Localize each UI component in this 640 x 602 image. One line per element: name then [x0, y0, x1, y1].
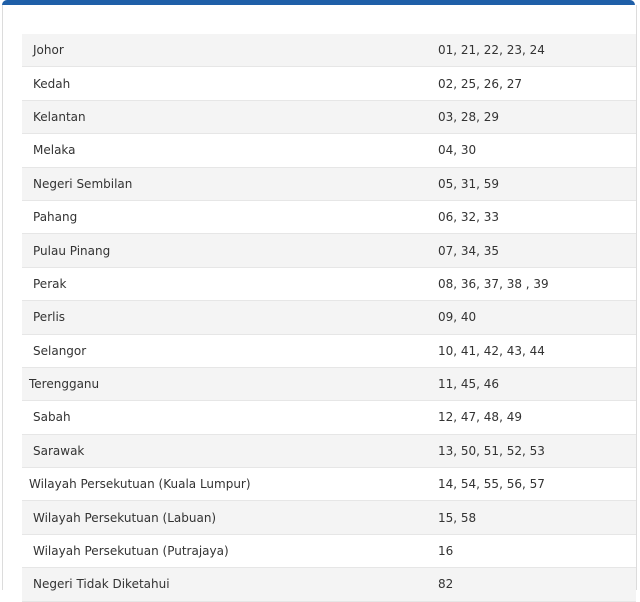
state-name-cell: Melaka: [22, 133, 433, 168]
table-row: Perlis 09, 40: [22, 300, 636, 335]
state-codes-cell: 07, 34, 35: [433, 233, 636, 268]
state-codes-cell: 04, 30: [433, 133, 636, 168]
table-row: Terengganu 11, 45, 46: [22, 367, 636, 402]
table-row: Kelantan 03, 28, 29: [22, 100, 636, 135]
state-name-cell: Perlis: [22, 300, 433, 335]
state-codes-cell: 12, 47, 48, 49: [433, 400, 636, 435]
page: Johor 01, 21, 22, 23, 24 Kedah 02, 25, 2…: [0, 0, 640, 602]
state-codes-cell: 02, 25, 26, 27: [433, 66, 636, 101]
state-name-cell: Pulau Pinang: [22, 233, 433, 268]
state-codes-cell: 16: [433, 534, 636, 569]
state-codes-cell: 05, 31, 59: [433, 167, 636, 201]
content-panel: Johor 01, 21, 22, 23, 24 Kedah 02, 25, 2…: [2, 5, 637, 602]
state-code-table: Johor 01, 21, 22, 23, 24 Kedah 02, 25, 2…: [22, 34, 636, 602]
state-codes-cell: 03, 28, 29: [433, 100, 636, 135]
state-codes-cell: 06, 32, 33: [433, 200, 636, 235]
state-name-cell: Negeri Sembilan: [22, 167, 433, 201]
state-codes-cell: 01, 21, 22, 23, 24: [433, 34, 636, 68]
state-name-cell: Wilayah Persekutuan (Labuan): [22, 500, 433, 535]
table-row: Wilayah Persekutuan (Putrajaya) 16: [22, 534, 636, 569]
state-name-cell: Johor: [22, 34, 433, 68]
state-name-cell: Kedah: [22, 66, 433, 101]
table-row: Sabah 12, 47, 48, 49: [22, 400, 636, 435]
table-row: Kedah 02, 25, 26, 27: [22, 66, 636, 101]
state-code-table-body: Johor 01, 21, 22, 23, 24 Kedah 02, 25, 2…: [22, 34, 636, 602]
table-row: Johor 01, 21, 22, 23, 24: [22, 34, 636, 68]
table-row: Pahang 06, 32, 33: [22, 200, 636, 235]
state-codes-cell: 10, 41, 42, 43, 44: [433, 334, 636, 368]
table-row: Wilayah Persekutuan (Labuan) 15, 58: [22, 500, 636, 535]
state-codes-cell: 09, 40: [433, 300, 636, 335]
state-name-cell: Terengganu: [22, 367, 433, 402]
state-name-cell: Kelantan: [22, 100, 433, 135]
state-name-cell: Sarawak: [22, 434, 433, 469]
state-name-cell: Sabah: [22, 400, 433, 435]
table-row: Selangor 10, 41, 42, 43, 44: [22, 334, 636, 368]
table-row: Pulau Pinang 07, 34, 35: [22, 233, 636, 268]
table-row: Perak 08, 36, 37, 38 , 39: [22, 267, 636, 302]
state-name-cell: Perak: [22, 267, 433, 302]
state-name-cell: Wilayah Persekutuan (Kuala Lumpur): [22, 467, 433, 502]
table-row: Sarawak 13, 50, 51, 52, 53: [22, 434, 636, 469]
table-row: Melaka 04, 30: [22, 133, 636, 168]
state-name-cell: Selangor: [22, 334, 433, 368]
state-name-cell: Pahang: [22, 200, 433, 235]
table-row: Negeri Sembilan 05, 31, 59: [22, 167, 636, 201]
table-row: Negeri Tidak Diketahui 82: [22, 567, 636, 602]
state-codes-cell: 13, 50, 51, 52, 53: [433, 434, 636, 469]
state-codes-cell: 15, 58: [433, 500, 636, 535]
state-codes-cell: 14, 54, 55, 56, 57: [433, 467, 636, 502]
table-row: Wilayah Persekutuan (Kuala Lumpur) 14, 5…: [22, 467, 636, 502]
state-name-cell: Negeri Tidak Diketahui: [22, 567, 433, 602]
state-codes-cell: 11, 45, 46: [433, 367, 636, 402]
state-codes-cell: 82: [433, 567, 636, 602]
state-name-cell: Wilayah Persekutuan (Putrajaya): [22, 534, 433, 569]
state-codes-cell: 08, 36, 37, 38 , 39: [433, 267, 636, 302]
